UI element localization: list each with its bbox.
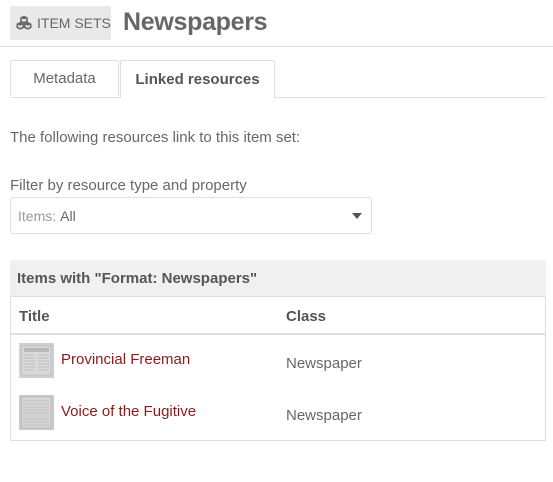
resource-filter-select[interactable]: Items : All bbox=[10, 197, 372, 234]
cubes-icon bbox=[16, 15, 32, 31]
linked-items-heading: Items with "Format: Newspapers" bbox=[10, 260, 546, 296]
section-tabs: Metadata Linked resources bbox=[10, 60, 546, 98]
newspaper-thumbnail[interactable] bbox=[19, 395, 54, 430]
item-title-link[interactable]: Voice of the Fugitive bbox=[61, 403, 196, 420]
tab-metadata[interactable]: Metadata bbox=[10, 60, 119, 96]
page-title: Newspapers bbox=[123, 8, 268, 36]
column-header-class: Class bbox=[286, 308, 327, 325]
resource-type-badge: ITEM SETS bbox=[10, 6, 111, 40]
item-class: Newspaper bbox=[286, 355, 362, 372]
intro-text: The following resources link to this ite… bbox=[10, 129, 301, 146]
section-heading-text: Items with "Format: Newspapers" bbox=[17, 269, 258, 287]
filter-value: All bbox=[60, 207, 76, 224]
resource-type-label: ITEM SETS bbox=[37, 15, 111, 31]
page-header: ITEM SETS Newspapers bbox=[0, 0, 553, 47]
table-row: Voice of the Fugitive Newspaper bbox=[11, 387, 545, 439]
tab-label: Metadata bbox=[33, 70, 96, 87]
caret-down-icon bbox=[352, 213, 362, 219]
filter-group: Items bbox=[18, 207, 53, 224]
tab-linked-resources[interactable]: Linked resources bbox=[120, 60, 275, 98]
item-class: Newspaper bbox=[286, 407, 362, 424]
linked-items-table: Title Class Provincial Freeman Newspaper bbox=[10, 296, 546, 441]
column-header-title: Title bbox=[19, 308, 50, 325]
newspaper-thumbnail[interactable] bbox=[19, 343, 54, 378]
filter-label: Filter by resource type and property bbox=[10, 177, 247, 194]
item-title-link[interactable]: Provincial Freeman bbox=[61, 351, 190, 368]
tab-label: Linked resources bbox=[135, 71, 260, 88]
table-header: Title Class bbox=[11, 297, 545, 335]
filter-separator: : bbox=[52, 207, 57, 224]
table-row: Provincial Freeman Newspaper bbox=[11, 335, 545, 387]
